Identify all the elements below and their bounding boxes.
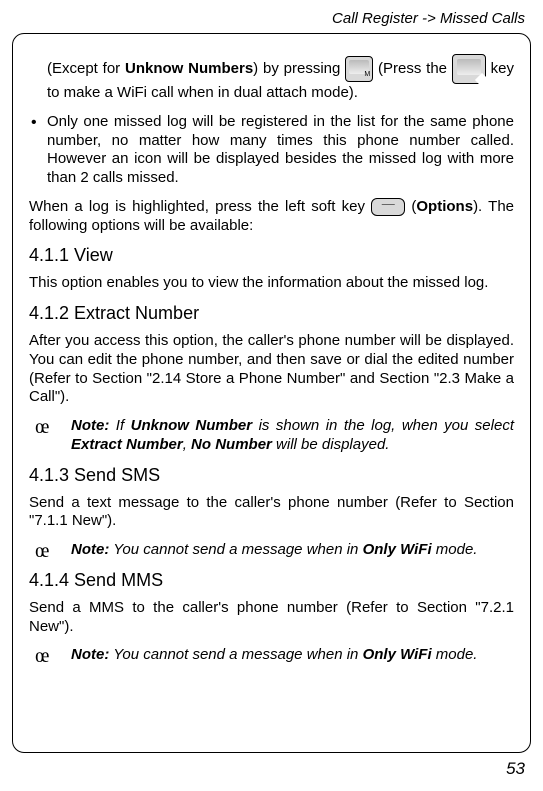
only-wifi-bold: Only WiFi [363, 541, 432, 558]
note-2: œ Note: You cannot send a message when i… [29, 541, 514, 560]
text: , [183, 436, 191, 453]
page-header: Call Register -> Missed Calls [12, 8, 531, 33]
options-bold: Options [416, 198, 473, 215]
m-key-icon [345, 56, 373, 82]
text: You cannot send a message when in [109, 541, 362, 558]
section-4-1-4-title: 4.1.4 Send MMS [29, 570, 514, 591]
section-4-1-4-body: Send a MMS to the caller's phone number … [29, 599, 514, 637]
options-paragraph: When a log is highlighted, press the lef… [29, 198, 514, 236]
note-label: Note: [71, 541, 109, 558]
text: ( [405, 198, 416, 215]
note-marker-icon: œ [35, 539, 49, 564]
except-paragraph: (Except for Unknow Numbers) by pressing … [29, 54, 514, 103]
note-label: Note: [71, 417, 109, 434]
section-4-1-2-body: After you access this option, the caller… [29, 332, 514, 407]
text: If [109, 417, 130, 434]
unknow-numbers-bold: Unknow Numbers [125, 60, 253, 77]
page-frame: (Except for Unknow Numbers) by pressing … [12, 33, 531, 753]
section-4-1-1-body: This option enables you to view the info… [29, 274, 514, 293]
text: mode. [432, 646, 478, 663]
section-4-1-2-title: 4.1.2 Extract Number [29, 303, 514, 324]
text: is shown in the log, when you select [252, 417, 514, 434]
softkey-icon [371, 198, 405, 216]
no-number-bold: No Number [191, 436, 272, 453]
bullet-text: Only one missed log will be registered i… [47, 113, 514, 186]
text: When a log is highlighted, press the lef… [29, 198, 371, 215]
text: You cannot send a message when in [109, 646, 362, 663]
page-number: 53 [12, 753, 531, 779]
text: (Press the [373, 60, 452, 77]
section-4-1-3-body: Send a text message to the caller's phon… [29, 494, 514, 532]
text: (Except for [47, 60, 125, 77]
only-wifi-bold: Only WiFi [363, 646, 432, 663]
unknow-number-bold: Unknow Number [131, 417, 252, 434]
note-marker-icon: œ [35, 644, 49, 669]
section-4-1-1-title: 4.1.1 View [29, 245, 514, 266]
text: will be displayed. [272, 436, 390, 453]
section-4-1-3-title: 4.1.3 Send SMS [29, 465, 514, 486]
note-label: Note: [71, 646, 109, 663]
bullet-item: Only one missed log will be registered i… [29, 113, 514, 188]
wifi-key-icon [452, 54, 486, 84]
text: mode. [432, 541, 478, 558]
text: ) by pressing [253, 60, 345, 77]
note-3: œ Note: You cannot send a message when i… [29, 646, 514, 665]
note-marker-icon: œ [35, 415, 49, 440]
extract-number-bold: Extract Number [71, 436, 183, 453]
note-1: œ Note: If Unknow Number is shown in the… [29, 417, 514, 455]
